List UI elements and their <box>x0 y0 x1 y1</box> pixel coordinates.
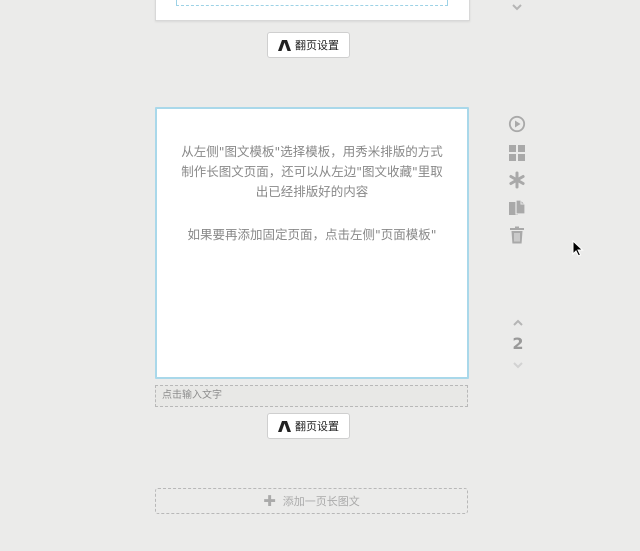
chevron-down-icon[interactable] <box>511 3 523 12</box>
chevron-up-icon[interactable] <box>512 318 524 327</box>
grid-layout-icon[interactable] <box>508 144 526 162</box>
cursor-icon <box>572 240 584 257</box>
page-card[interactable]: 从左侧"图文模板"选择模板，用秀米排版的方式制作长图文页面，还可以从左边"图文收… <box>155 107 469 379</box>
page-number: 2 <box>512 334 524 353</box>
trash-icon[interactable] <box>508 226 526 244</box>
page-hint-fixed-page: 如果要再添加固定页面，点击左侧"页面模板" <box>187 227 437 242</box>
page-caption-input[interactable]: 点击输入文字 <box>155 385 468 407</box>
copy-icon[interactable] <box>508 199 526 217</box>
page-hint-templates: 从左侧"图文模板"选择模板，用秀米排版的方式制作长图文页面，还可以从左边"图文收… <box>181 144 443 199</box>
flip-settings-button[interactable]: 翻页设置 <box>267 32 350 58</box>
flip-settings-icon <box>278 420 291 432</box>
plus-icon: ✚ <box>263 491 276 510</box>
flip-settings-icon <box>278 39 291 51</box>
chevron-down-icon[interactable] <box>512 361 524 370</box>
asterisk-icon[interactable] <box>508 171 526 189</box>
flip-settings-label: 翻页设置 <box>295 420 339 433</box>
previous-page-caption-box[interactable] <box>176 0 448 6</box>
play-icon[interactable] <box>508 115 526 133</box>
flip-settings-button[interactable]: 翻页设置 <box>267 413 350 439</box>
flip-settings-label: 翻页设置 <box>295 39 339 52</box>
add-long-page-label: 添加一页长图文 <box>282 495 360 508</box>
add-long-page-button[interactable]: ✚ 添加一页长图文 <box>155 488 468 514</box>
